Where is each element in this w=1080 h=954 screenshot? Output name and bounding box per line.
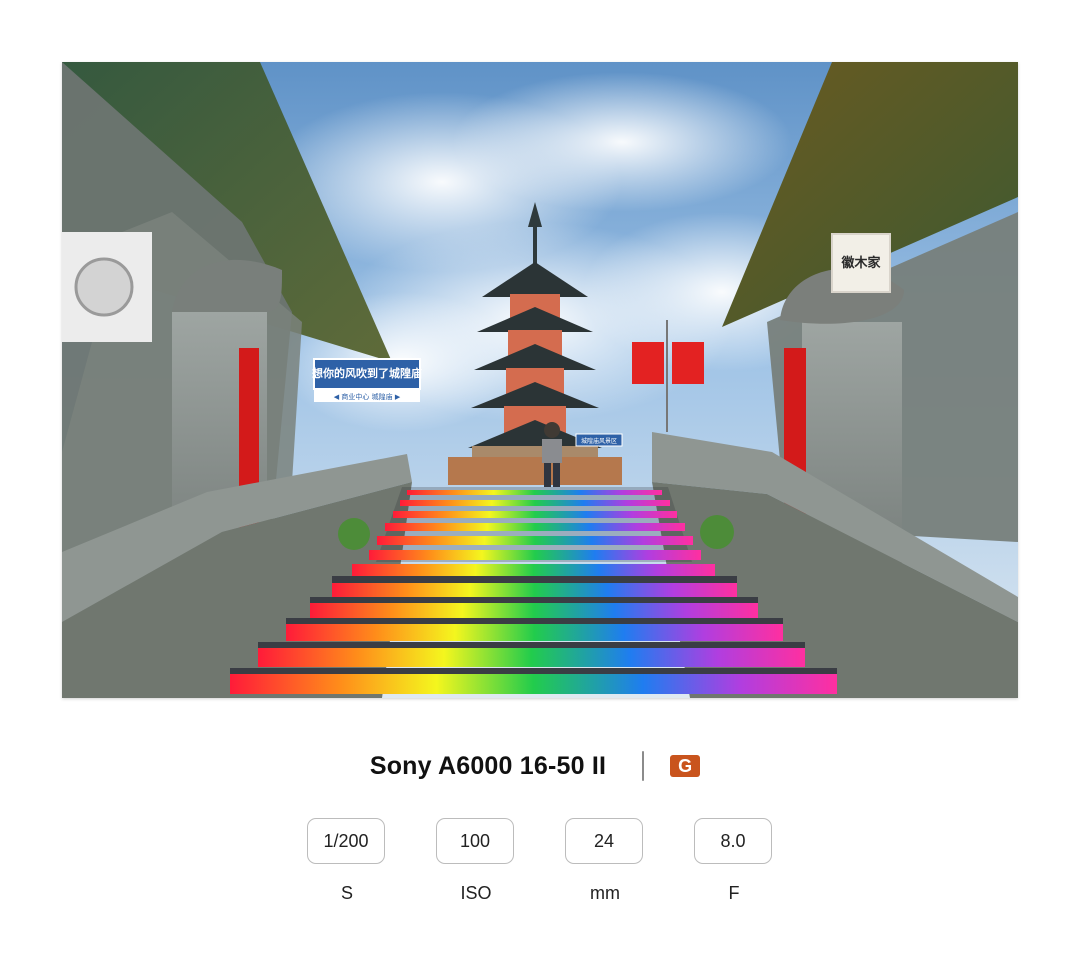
exif-iso-value-box: 100 — [436, 818, 514, 864]
exif-iso-value: 100 — [459, 830, 491, 851]
shop-sign-text: 徽木家 — [840, 255, 881, 271]
exif-aperture-group: 8.0 F — [694, 818, 774, 904]
exif-shutter-value: 1/200 — [323, 830, 369, 851]
exif-shutter-label: S — [340, 883, 353, 903]
g-brand-icon: G — [670, 755, 701, 777]
left-sign-main: 想你的风吹到了城隍庙 — [311, 366, 422, 380]
exif-shutter-value-box: 1/200 — [307, 818, 385, 864]
camera-title: Sony A6000 16-50 II — [369, 751, 607, 780]
photo: 想你的风吹到了城隍庙 ◀ 商业中心 城隍庙 ▶ 城隍庙风景区 徽木家 — [62, 62, 1018, 698]
photo-illustration: 想你的风吹到了城隍庙 ◀ 商业中心 城隍庙 ▶ 城隍庙风景区 徽木家 — [62, 62, 1018, 698]
exif-aperture-value: 8.0 — [720, 830, 746, 851]
exif-focal-value: 24 — [593, 830, 615, 851]
exif-iso-group: 100 ISO — [436, 818, 516, 904]
camera-caption: Sony A6000 16-50 II G — [0, 744, 1080, 788]
right-sign-main: 城隍庙风景区 — [581, 437, 617, 445]
exif-focal-value-box: 24 — [565, 818, 643, 864]
left-sign-sub: ◀ 商业中心 城隍庙 ▶ — [334, 392, 401, 401]
g-brand-letter: G — [678, 756, 693, 776]
exif-iso-label: ISO — [460, 883, 492, 903]
exif-aperture-value-box: 8.0 — [694, 818, 772, 864]
exif-focal-group: 24 mm — [565, 818, 645, 904]
exif-aperture-label: F — [728, 883, 740, 903]
exif-shutter-group: 1/200 S — [307, 818, 387, 904]
exif-focal-label: mm — [590, 883, 620, 903]
caption-divider — [642, 751, 645, 781]
